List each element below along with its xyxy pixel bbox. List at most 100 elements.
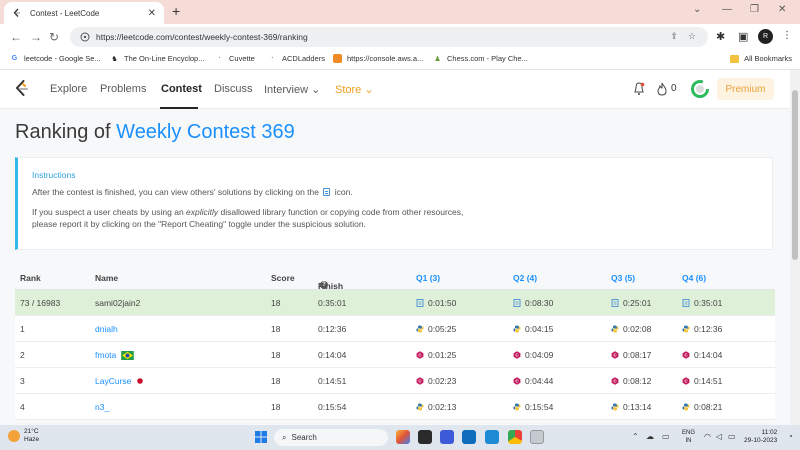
name-cell[interactable]: LayCurse [95, 376, 144, 386]
header-q2[interactable]: Q2 (4) [513, 273, 537, 283]
restore-icon[interactable]: ❐ [750, 4, 759, 15]
battery-icon[interactable]: ▭ [728, 432, 736, 441]
scrollbar-thumb[interactable] [792, 90, 798, 260]
cpp-icon[interactable]: C [682, 351, 690, 359]
fire-icon[interactable] [656, 82, 668, 96]
reload-icon[interactable]: ↻ [49, 30, 59, 44]
question-time-cell[interactable]: C 0:14:51 [682, 376, 722, 386]
url-input[interactable]: https://leetcode.com/contest/weekly-cont… [70, 27, 708, 47]
widgets-icon[interactable] [396, 430, 410, 444]
premium-button[interactable]: Premium [717, 78, 774, 100]
question-time-cell[interactable]: C 0:04:44 [513, 376, 553, 386]
chevron-down-icon[interactable]: ⌄ [693, 4, 701, 15]
weather-widget[interactable]: 21°C Haze [8, 428, 39, 444]
new-tab-icon[interactable]: + [172, 3, 180, 19]
progress-ring-icon[interactable] [690, 79, 710, 99]
question-time-cell[interactable]: 0:35:01 [682, 298, 722, 308]
header-q1[interactable]: Q1 (3) [416, 273, 440, 283]
solution-doc-icon[interactable] [611, 299, 619, 307]
share-icon[interactable]: ⇪ [670, 31, 678, 42]
question-time-cell[interactable]: C 0:14:04 [682, 350, 722, 360]
question-time-cell[interactable]: 0:01:50 [416, 298, 456, 308]
solution-doc-icon[interactable] [416, 299, 424, 307]
minimize-icon[interactable]: — [722, 4, 732, 15]
cpp-icon[interactable]: C [682, 377, 690, 385]
tab-contest[interactable]: Contest - LeetCode ✕ [4, 2, 164, 24]
python-icon[interactable] [682, 325, 690, 333]
forward-icon[interactable]: → [30, 30, 42, 44]
question-time-cell[interactable]: 0:13:14 [611, 402, 651, 412]
drive-icon[interactable]: ▭ [662, 432, 670, 441]
header-q3[interactable]: Q3 (5) [611, 273, 635, 283]
side-panel-icon[interactable]: ▣ [738, 30, 748, 43]
question-time-cell[interactable]: C 0:04:09 [513, 350, 553, 360]
name-cell[interactable]: dnialh [95, 324, 118, 334]
python-icon[interactable] [611, 403, 619, 411]
language-indicator[interactable]: ENG IN [682, 429, 695, 445]
avatar[interactable]: R [758, 29, 773, 44]
question-time-cell[interactable]: C 0:02:23 [416, 376, 456, 386]
python-icon[interactable] [416, 403, 424, 411]
nav-interview[interactable]: Interview ⌄ [264, 83, 320, 96]
close-window-icon[interactable]: ✕ [778, 4, 786, 15]
solution-doc-icon[interactable] [513, 299, 521, 307]
python-icon[interactable] [513, 325, 521, 333]
volume-icon[interactable]: ◁ [716, 432, 722, 441]
nav-explore[interactable]: Explore [50, 83, 87, 95]
nav-problems[interactable]: Problems [100, 83, 146, 95]
chrome-icon[interactable] [508, 430, 522, 444]
leetcode-logo-icon[interactable] [14, 80, 30, 98]
question-time-cell[interactable]: 0:08:21 [682, 402, 722, 412]
question-time-cell[interactable]: 0:08:30 [513, 298, 553, 308]
cpp-icon[interactable]: C [611, 377, 619, 385]
question-time-cell[interactable]: 0:02:08 [611, 324, 651, 334]
menu-icon[interactable]: ⋮ [782, 30, 792, 41]
bookmark-item[interactable]: · ACDLadders [268, 54, 325, 63]
back-icon[interactable]: ← [10, 30, 22, 44]
bookmark-item[interactable]: · Cuvette [215, 54, 255, 63]
contest-link[interactable]: Weekly Contest 369 [116, 121, 295, 143]
task-view-icon[interactable] [418, 430, 432, 444]
nav-discuss[interactable]: Discuss [214, 83, 253, 95]
mail-icon[interactable] [462, 430, 476, 444]
bookmark-item[interactable]: https://console.aws.a... [333, 54, 423, 63]
photos-icon[interactable] [440, 430, 454, 444]
wifi-icon[interactable]: ◠ [704, 432, 711, 441]
python-icon[interactable] [513, 403, 521, 411]
python-icon[interactable] [682, 403, 690, 411]
bookmark-item[interactable]: ♟ Chess.com - Play Che... [433, 54, 528, 63]
tray-chevron-icon[interactable]: ⌃ [632, 432, 639, 441]
notification-icon[interactable]: ◔ [788, 432, 793, 441]
question-time-cell[interactable]: C 0:01:25 [416, 350, 456, 360]
info-icon[interactable]: ? [320, 281, 328, 289]
site-info-icon[interactable] [80, 32, 90, 42]
taskbar-search[interactable]: ⌕ Search [274, 429, 388, 446]
question-time-cell[interactable]: 0:25:01 [611, 298, 651, 308]
question-time-cell[interactable]: 0:15:54 [513, 402, 553, 412]
bookmark-item[interactable]: ♞ The On-Line Encyclop... [110, 54, 204, 63]
question-time-cell[interactable]: 0:02:13 [416, 402, 456, 412]
cpp-icon[interactable]: C [513, 377, 521, 385]
cpp-icon[interactable]: C [416, 377, 424, 385]
header-q4[interactable]: Q4 (6) [682, 273, 706, 283]
name-cell[interactable]: n3_ [95, 402, 109, 412]
cpp-icon[interactable]: C [416, 351, 424, 359]
clock[interactable]: 11:02 29-10-2023 [744, 429, 777, 445]
extensions-icon[interactable]: ✱ [716, 30, 725, 43]
cpp-icon[interactable]: C [513, 351, 521, 359]
python-icon[interactable] [416, 325, 424, 333]
nav-store[interactable]: Store ⌄ [335, 83, 374, 96]
bell-icon[interactable] [633, 82, 645, 96]
bookmark-item[interactable]: G leetcode - Google Se... [10, 54, 101, 63]
windows-start-icon[interactable] [254, 430, 268, 444]
vscode-icon[interactable] [485, 430, 499, 444]
question-time-cell[interactable]: 0:04:15 [513, 324, 553, 334]
solution-doc-icon[interactable] [682, 299, 690, 307]
question-time-cell[interactable]: 0:05:25 [416, 324, 456, 334]
cloud-icon[interactable]: ☁ [646, 432, 654, 441]
question-time-cell[interactable]: 0:12:36 [682, 324, 722, 334]
bookmark-star-icon[interactable]: ☆ [688, 31, 696, 42]
question-time-cell[interactable]: C 0:08:17 [611, 350, 651, 360]
name-cell[interactable]: fmota [95, 350, 135, 360]
all-bookmarks[interactable]: All Bookmarks [730, 54, 792, 63]
